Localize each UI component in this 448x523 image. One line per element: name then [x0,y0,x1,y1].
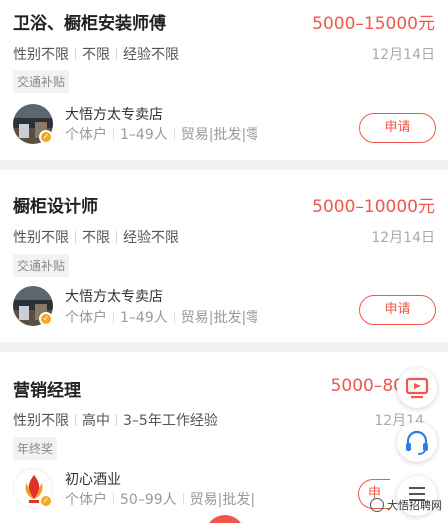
job-tag: 交通补贴 [13,254,70,277]
headset-icon [406,430,428,455]
divider [75,414,76,426]
company-name: 初心酒业 [65,472,121,488]
divider [75,48,76,60]
job-salary: 5000–10000元 [312,197,435,217]
company-size: 1–49人 [120,127,168,143]
req-gender: 性别不限 [13,47,69,63]
verified-icon: ✓ [39,130,53,144]
divider [113,128,114,140]
company-type: 个体户 [65,492,107,508]
req-experience: 经验不限 [123,230,179,246]
watermark: 大悟招聘网 [370,497,442,513]
company-meta: 个体户 50–99人 贸易|批发| [65,489,260,509]
divider [116,231,117,243]
company-type: 个体户 [65,310,107,326]
job-title: 卫浴、橱柜安装师傅 [13,14,166,34]
divider [116,48,117,60]
divider [173,311,175,323]
job-requirements: 性别不限 不限 经验不限 [13,44,179,64]
req-gender: 性别不限 [13,413,69,429]
job-card[interactable]: 橱柜设计师 5000–10000元 性别不限 不限 经验不限 12月14日 交通补贴… [0,170,448,342]
req-education: 不限 [82,230,110,246]
divider [182,493,184,505]
req-gender: 性别不限 [13,230,69,246]
job-tag: 交通补贴 [13,70,70,93]
apply-button[interactable]: 申请 [359,295,436,325]
job-date: 12月14日 [371,230,435,246]
divider [173,128,175,140]
job-salary: 5000–15000元 [312,14,435,34]
company-industry: 贸易|批发|零 [180,127,257,143]
job-salary: 5000–80 [330,376,404,396]
job-requirements: 性别不限 不限 经验不限 [13,227,179,247]
job-requirements: 性别不限 高中 3–5年工作经验 [13,410,218,430]
watermark-text: 大悟招聘网 [387,499,442,512]
customer-service-button[interactable] [397,422,437,462]
company-size: 1–49人 [120,310,168,326]
company-meta: 个体户 1–49人 贸易|批发|零 [65,124,257,144]
apply-button[interactable]: 申请 [359,113,436,143]
job-title: 营销经理 [13,381,81,401]
divider [113,311,114,323]
verified-icon: ✓ [39,494,53,508]
company-industry: 贸易|批发|零 [180,310,257,326]
tv-button[interactable] [397,368,437,408]
verified-icon: ✓ [39,312,53,326]
req-experience: 经验不限 [123,47,179,63]
job-title: 橱柜设计师 [13,197,98,217]
wechat-icon [370,498,384,512]
req-experience: 3–5年工作经验 [123,413,218,429]
job-card[interactable]: 卫浴、橱柜安装师傅 5000–15000元 性别不限 不限 经验不限 12月14日 … [0,0,448,160]
job-tag: 年终奖 [13,437,58,460]
divider [116,414,117,426]
job-date: 12月14日 [371,47,435,63]
company-meta: 个体户 1–49人 贸易|批发|零 [65,307,257,327]
company-type: 个体户 [65,127,107,143]
company-industry: 贸易|批发| [189,492,256,508]
divider [75,231,76,243]
company-name: 大悟方太专卖店 [65,107,163,123]
req-education: 不限 [82,47,110,63]
company-size: 50–99人 [120,492,177,508]
req-education: 高中 [82,413,110,429]
tv-icon [405,377,429,399]
divider [113,493,114,505]
company-name: 大悟方太专卖店 [65,289,163,305]
